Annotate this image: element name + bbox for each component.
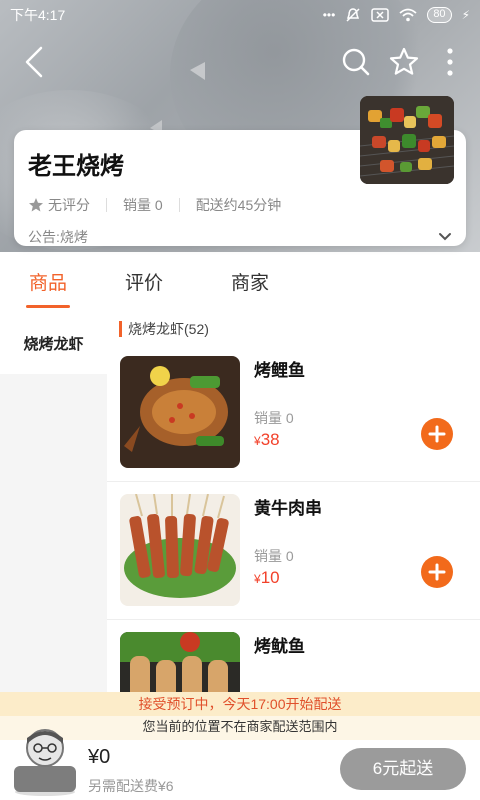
store-meta: 无评分 销量 0 配送约45分钟 bbox=[28, 195, 452, 215]
more-dots-icon: ••• bbox=[322, 8, 336, 22]
plus-icon bbox=[428, 425, 446, 443]
star-outline-icon bbox=[389, 47, 419, 75]
sim-icon bbox=[371, 8, 390, 22]
product-name: 黄牛肉串 bbox=[254, 499, 322, 518]
cart-bar: ¥0 另需配送费¥6 6元起送 bbox=[0, 729, 480, 800]
store-sales: 销量 0 bbox=[123, 197, 163, 213]
product-item[interactable]: 烤鱿鱼 bbox=[107, 620, 480, 692]
delivery-fee: 另需配送费¥6 bbox=[88, 778, 174, 794]
tab-reviews[interactable]: 评价 bbox=[122, 262, 166, 310]
product-name: 烤鲤鱼 bbox=[254, 361, 305, 380]
product-list: 烧烤龙虾(52) 烤鲤鱼 销量 0 ¥38 黄牛肉串 销量 0 ¥10 烤鱿鱼 bbox=[107, 312, 480, 692]
store-delivery-time: 配送约45分钟 bbox=[195, 197, 282, 213]
favorite-button[interactable] bbox=[386, 44, 422, 80]
product-item[interactable]: 烤鲤鱼 销量 0 ¥38 bbox=[107, 344, 480, 482]
search-button[interactable] bbox=[338, 44, 374, 80]
section-title: 烧烤龙虾(52) bbox=[128, 321, 209, 337]
back-button[interactable] bbox=[16, 44, 52, 80]
sidebar-item-bbq-lobster[interactable]: 烧烤龙虾 bbox=[0, 312, 107, 374]
back-arrow-icon bbox=[25, 46, 43, 78]
product-item[interactable]: 黄牛肉串 销量 0 ¥10 bbox=[107, 482, 480, 620]
product-sales: 销量 0 bbox=[254, 548, 294, 564]
chevron-down-icon[interactable] bbox=[438, 232, 452, 242]
more-menu-button[interactable] bbox=[432, 44, 468, 80]
search-icon bbox=[342, 48, 370, 76]
product-image bbox=[120, 632, 240, 692]
product-name: 烤鱿鱼 bbox=[254, 637, 305, 656]
status-time: 下午4:17 bbox=[10, 7, 66, 23]
star-icon bbox=[29, 198, 43, 212]
product-price: ¥38 bbox=[254, 430, 280, 449]
tab-merchant[interactable]: 商家 bbox=[228, 262, 272, 310]
section-header: 烧烤龙虾(52) bbox=[107, 314, 480, 344]
add-to-cart-button[interactable] bbox=[421, 556, 453, 588]
add-to-cart-button[interactable] bbox=[421, 418, 453, 450]
tab-products[interactable]: 商品 bbox=[26, 262, 70, 310]
vertical-dots-icon bbox=[447, 48, 453, 76]
store-logo-image bbox=[360, 96, 454, 184]
cart-total: ¥0 bbox=[88, 746, 111, 768]
product-price: ¥10 bbox=[254, 568, 280, 587]
store-rating: 无评分 bbox=[48, 197, 90, 213]
wifi-icon bbox=[399, 8, 417, 22]
status-bar: 下午4:17 ••• 80 ⚡ bbox=[0, 0, 480, 30]
category-sidebar: 烧烤龙虾 bbox=[0, 312, 107, 752]
tab-bar: 商品 评价 商家 bbox=[0, 262, 480, 310]
plus-icon bbox=[428, 563, 446, 581]
store-notice-row[interactable]: 公告:烧烤 bbox=[28, 227, 452, 247]
charging-icon: ⚡ bbox=[461, 8, 470, 22]
battery-indicator: 80 bbox=[427, 7, 452, 23]
cart-mascot-icon[interactable] bbox=[10, 720, 80, 796]
mute-icon bbox=[346, 8, 360, 22]
product-image bbox=[120, 494, 240, 606]
product-image bbox=[120, 356, 240, 468]
checkout-button[interactable]: 6元起送 bbox=[340, 748, 466, 790]
product-sales: 销量 0 bbox=[254, 410, 294, 426]
preorder-banner: 接受预订中，今天17:00开始配送 bbox=[0, 692, 480, 716]
store-notice: 公告:烧烤 bbox=[28, 229, 88, 245]
